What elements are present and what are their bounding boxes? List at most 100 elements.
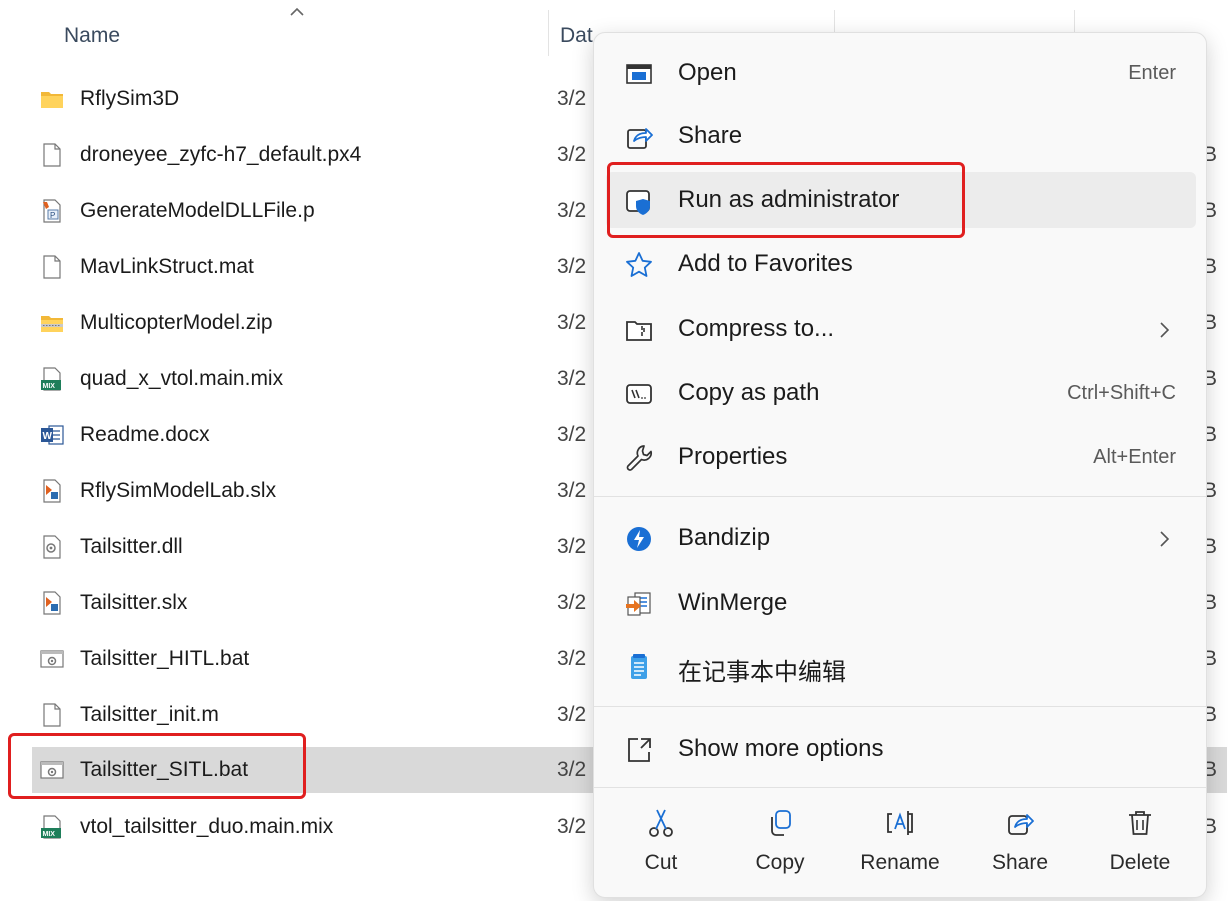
file-name: droneyee_zyfc-h7_default.px4	[80, 143, 362, 166]
file-date: 3/2	[557, 143, 587, 166]
action-label: Cut	[644, 851, 678, 874]
rename-icon	[887, 811, 913, 835]
file-date: 3/2	[557, 255, 587, 278]
context-menu: Open Enter Share Run as administrator Ad…	[593, 32, 1207, 898]
shield-icon	[626, 190, 650, 215]
winmerge-icon	[626, 592, 651, 616]
file-date: 3/2	[557, 703, 587, 726]
simulink-file-icon	[43, 479, 61, 503]
menu-item-label: Run as administrator	[678, 186, 900, 213]
mix-file-icon: MIX	[41, 815, 61, 839]
blank-file-icon	[43, 703, 61, 727]
more-options-icon	[628, 738, 651, 762]
blank-file-icon	[43, 143, 61, 167]
menu-item-label: Open	[678, 59, 737, 86]
menu-item-label: Properties	[678, 443, 788, 470]
notepad-icon	[631, 654, 647, 679]
bandizip-icon	[627, 527, 651, 551]
menu-item-bandizip[interactable]: Bandizip	[606, 510, 1196, 566]
copy-icon	[771, 810, 791, 836]
file-name: Tailsitter_SITL.bat	[80, 758, 249, 781]
menu-item-share[interactable]: Share	[606, 108, 1196, 164]
file-name: vtol_tailsitter_duo.main.mix	[80, 815, 334, 838]
matlab-p-file-icon: P	[43, 199, 61, 223]
file-date: 3/2	[557, 591, 587, 614]
chevron-right-icon	[1160, 531, 1170, 547]
file-date: 3/2	[557, 758, 587, 781]
action-label: Delete	[1109, 851, 1171, 874]
batch-file-icon	[40, 650, 64, 668]
menu-item-label: Show more options	[678, 735, 884, 762]
copy-button[interactable]: Copy	[725, 797, 835, 887]
file-name: Tailsitter_init.m	[80, 703, 219, 726]
action-label: Rename	[860, 851, 940, 874]
menu-item-run-as-administrator[interactable]: Run as administrator	[606, 172, 1196, 228]
rename-button[interactable]: Rename	[845, 797, 955, 887]
action-label: Copy	[755, 851, 805, 874]
trash-icon	[1129, 811, 1151, 835]
menu-separator	[594, 706, 1206, 707]
date-column-header[interactable]: Dat	[560, 24, 593, 48]
file-date: 3/2	[557, 815, 587, 838]
cut-button[interactable]: Cut	[606, 797, 716, 887]
column-divider[interactable]	[548, 10, 549, 56]
wrench-icon	[626, 445, 652, 471]
menu-item-label: WinMerge	[678, 589, 788, 616]
scissors-icon	[649, 809, 673, 837]
folder-icon	[41, 92, 63, 108]
word-doc-icon: W	[41, 425, 64, 445]
menu-item-properties[interactable]: Properties Alt+Enter	[606, 429, 1196, 485]
mix-file-icon: MIX	[41, 367, 61, 391]
menu-item-winmerge[interactable]: WinMerge	[606, 575, 1196, 631]
delete-button[interactable]: Delete	[1085, 797, 1195, 887]
file-date: 3/2	[557, 479, 587, 502]
blank-file-icon	[43, 255, 61, 279]
menu-item-label: Copy as path	[678, 379, 820, 406]
file-name: RflySim3D	[80, 87, 180, 110]
file-date: 3/2	[557, 423, 587, 446]
zip-folder-icon	[41, 316, 63, 332]
svg-text:MIX: MIX	[43, 383, 56, 390]
svg-text:MIX: MIX	[43, 831, 56, 838]
sort-ascending-icon	[290, 7, 304, 16]
shortcut-text: Ctrl+Shift+C	[1067, 382, 1176, 404]
shortcut-text: Enter	[1128, 62, 1176, 84]
menu-separator	[594, 496, 1206, 497]
file-name: Tailsitter.slx	[80, 591, 188, 614]
file-name: Tailsitter.dll	[80, 535, 183, 558]
svg-text:W: W	[43, 431, 53, 442]
file-name: RflySimModelLab.slx	[80, 479, 277, 502]
menu-item-label: Compress to...	[678, 315, 835, 342]
menu-item-label: 在记事本中编辑	[678, 659, 846, 686]
file-name: Readme.docx	[80, 423, 210, 446]
menu-item-label: Bandizip	[678, 524, 771, 551]
open-icon	[626, 64, 652, 84]
file-name: MulticopterModel.zip	[80, 311, 273, 334]
file-date: 3/2	[557, 367, 587, 390]
copy-path-icon	[626, 384, 652, 404]
menu-item-open[interactable]: Open Enter	[606, 45, 1196, 101]
menu-separator	[594, 787, 1206, 788]
menu-item-add-to-favorites[interactable]: Add to Favorites	[606, 236, 1196, 292]
action-label: Share	[991, 851, 1049, 874]
compress-icon	[626, 321, 652, 341]
file-date: 3/2	[557, 87, 587, 110]
menu-item-copy-as-path[interactable]: Copy as path Ctrl+Shift+C	[606, 365, 1196, 421]
file-date: 3/2	[557, 535, 587, 558]
name-column-header[interactable]: Name	[64, 24, 120, 48]
shortcut-text: Alt+Enter	[1093, 446, 1176, 468]
file-name: GenerateModelDLLFile.p	[80, 199, 315, 222]
dll-file-icon	[43, 535, 61, 559]
file-name: Tailsitter_HITL.bat	[80, 647, 250, 670]
chevron-right-icon	[1160, 322, 1170, 338]
menu-item-show-more-options[interactable]: Show more options	[606, 721, 1196, 777]
star-icon	[626, 252, 652, 277]
menu-item-edit-in-notepad[interactable]: 在记事本中编辑	[606, 638, 1196, 694]
svg-text:P: P	[50, 211, 55, 220]
file-name: quad_x_vtol.main.mix	[80, 367, 284, 390]
menu-item-compress-to[interactable]: Compress to...	[606, 301, 1196, 357]
file-date: 3/2	[557, 199, 587, 222]
share-icon	[1008, 814, 1034, 835]
share-button[interactable]: Share	[965, 797, 1075, 887]
menu-item-label: Share	[678, 122, 743, 149]
